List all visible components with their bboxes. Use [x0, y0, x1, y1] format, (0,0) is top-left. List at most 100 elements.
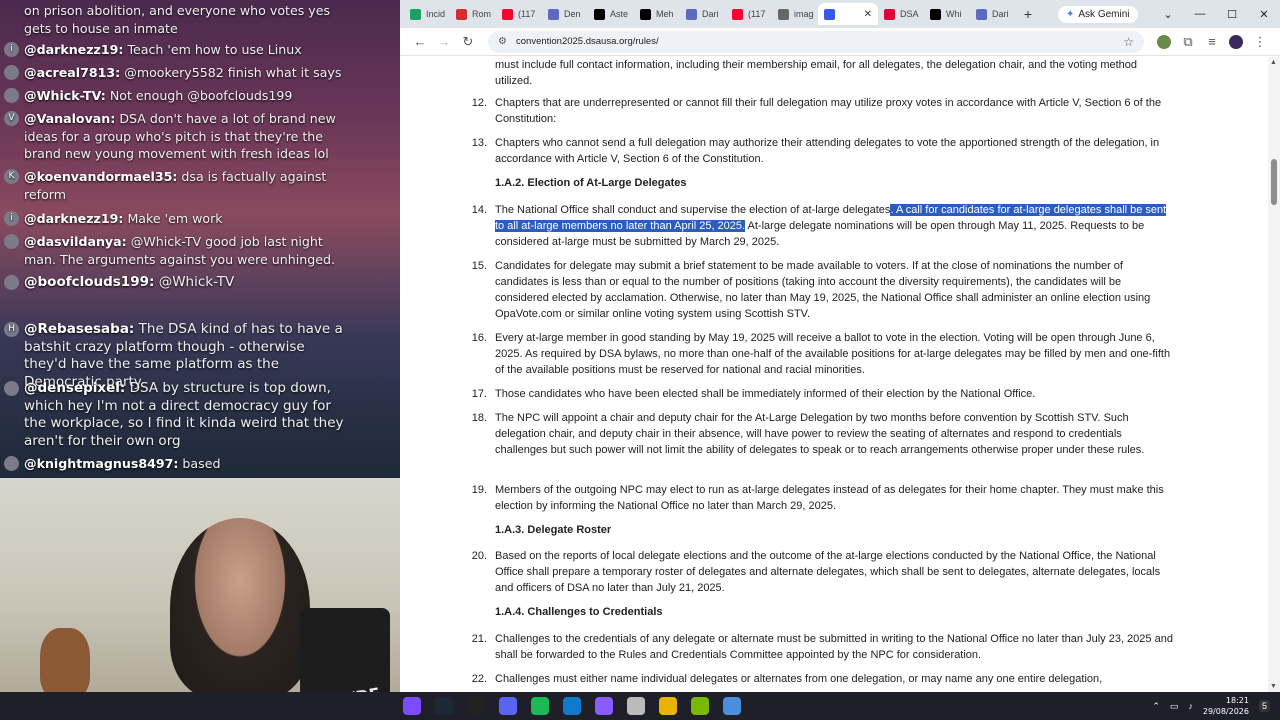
chat-message: V @Vanalovan: DSA don't have a lot of bra… [0, 110, 360, 163]
chat-user-badge: H [4, 322, 19, 337]
rule-number: 14. [471, 204, 487, 216]
browser-tab[interactable]: DSA [878, 3, 924, 25]
chat-username[interactable]: @darknezz19: [24, 211, 123, 226]
rule-text: Chapters who cannot send a full delegati… [495, 137, 1160, 165]
scroll-down-icon[interactable]: ▼ [1270, 683, 1277, 690]
chat-username[interactable]: @boofclouds199: [24, 274, 154, 290]
new-tab-button[interactable]: + [1016, 6, 1040, 22]
tab-favicon-icon [502, 8, 513, 20]
back-arrow-icon[interactable]: ← [408, 34, 432, 49]
webcam-feed: RØDE [0, 478, 400, 692]
browser-tab[interactable]: (117 [496, 3, 542, 25]
chat-message: @knightmagnus8497: based [0, 455, 360, 473]
chat-username[interactable]: @Vanalovan: [24, 111, 115, 126]
rule-text: The National Office shall conduct and su… [495, 204, 891, 216]
taskbar-app-icon[interactable] [723, 697, 741, 715]
streamer-silhouette [170, 518, 310, 692]
tab-favicon-icon [930, 8, 941, 20]
chat-message: K @koenvandormael35: dsa is factually aga… [0, 168, 360, 203]
rule-text: Members of the outgoing NPC may elect to… [495, 484, 1164, 512]
chat-username[interactable]: @densepixel: [24, 380, 125, 396]
tray-chevron-icon[interactable]: ⌃ [1152, 701, 1160, 712]
network-icon[interactable]: ▭ [1170, 701, 1179, 712]
chat-message: @acreal7813: @mookery5582 finish what it… [0, 64, 360, 82]
scrollbar-thumb[interactable] [1271, 159, 1277, 205]
browser-tab[interactable]: Meh [634, 3, 680, 25]
tab-favicon-icon [976, 8, 987, 20]
media-control-icon[interactable]: ≡ [1200, 34, 1224, 49]
stream-chat-panel: on prison abolition, and everyone who vo… [0, 0, 400, 478]
taskbar-app-icon[interactable] [563, 697, 581, 715]
menu-kebab-icon[interactable]: ⋮ [1248, 34, 1272, 50]
close-window-icon[interactable]: ✕ [1248, 8, 1280, 21]
tab-label: Meh [656, 9, 674, 19]
rule-number: 15. [471, 260, 487, 272]
taskbar-app-icon[interactable] [435, 697, 453, 715]
browser-tab[interactable]: Dari [680, 3, 726, 25]
minimize-icon[interactable]: — [1184, 8, 1216, 21]
taskbar-app-icon[interactable] [595, 697, 613, 715]
browser-tab[interactable]: ✕ [818, 3, 878, 25]
tab-label: Den [564, 9, 581, 19]
browser-tab[interactable]: Incid [404, 3, 450, 25]
guitar-shape [40, 628, 90, 692]
reload-icon[interactable]: ↻ [456, 34, 480, 50]
volume-icon[interactable]: ♪ [1188, 701, 1193, 711]
rule-item: 18. The NPC will appoint a chair and depu… [472, 410, 1177, 458]
clock-date: 29/08/2026 [1202, 707, 1249, 716]
notification-count[interactable]: 5 [1258, 700, 1270, 712]
browser-tab[interactable]: (117 [726, 3, 772, 25]
browser-tab[interactable]: Aste [588, 3, 634, 25]
browser-window: Incid Rom (117 Den Aste Meh Dari (117 imag ✕ DSA Wh… [400, 0, 1280, 692]
chat-username[interactable]: @koenvandormael35: [24, 169, 177, 184]
taskbar-app-icon[interactable] [691, 697, 709, 715]
chat-user-badge [4, 381, 19, 396]
rule-number: 21. [471, 633, 487, 645]
rule-text: Those candidates who have been elected s… [495, 388, 1036, 400]
browser-tab[interactable]: Rom [450, 3, 496, 25]
chat-username[interactable]: @Whick-TV: [24, 88, 106, 103]
tab-label: Incid [426, 9, 446, 19]
site-info-icon[interactable]: ⚙ [498, 36, 510, 47]
chat-username[interactable]: @acreal7813: [24, 65, 120, 80]
scroll-up-icon[interactable]: ▲ [1270, 59, 1277, 66]
forward-arrow-icon[interactable]: → [432, 34, 456, 49]
chat-username[interactable]: @darknezz19: [24, 42, 123, 57]
extensions-puzzle-icon[interactable]: ⧉ [1176, 34, 1200, 50]
taskbar-app-icon[interactable] [627, 697, 645, 715]
maximize-icon[interactable]: ☐ [1216, 8, 1248, 21]
rule-item: 22. Challenges must either name individua… [472, 671, 1177, 687]
browser-tab[interactable]: Den [542, 3, 588, 25]
chat-username[interactable]: @dasvildanya: [24, 234, 127, 249]
taskbar-app-icon[interactable] [403, 697, 421, 715]
bookmark-star-icon[interactable]: ☆ [1123, 35, 1134, 49]
chat-user-badge: i [4, 211, 19, 226]
chat-username[interactable]: @Rebasesaba: [24, 321, 134, 337]
profile-avatar[interactable] [1229, 34, 1243, 49]
rule-number: 17. [471, 388, 487, 400]
taskbar-app-icon[interactable] [659, 697, 677, 715]
taskbar-app-icon[interactable] [499, 697, 517, 715]
chat-message-text: Not enough @boofclouds199 [109, 88, 293, 103]
chat-message: i @darknezz19: Teach 'em how to use Linux [0, 41, 360, 59]
chat-user-badge [4, 275, 19, 290]
address-bar[interactable]: ⚙ convention2025.dsausa.org/rules/ ☆ [488, 30, 1144, 53]
taskbar-app-icon[interactable] [531, 697, 549, 715]
tab-search-icon[interactable]: ⌄ [1152, 8, 1184, 21]
extension-icon[interactable] [1157, 34, 1171, 49]
url-text: convention2025.dsausa.org/rules/ [516, 36, 659, 47]
browser-tab[interactable]: Dari [970, 3, 1016, 25]
ask-gemini-button[interactable]: ✦ Ask Gemini [1058, 5, 1138, 23]
rule-number: 16. [471, 332, 487, 344]
page-scrollbar[interactable]: ▲ ▼ [1268, 57, 1280, 692]
tab-close-icon[interactable]: ✕ [864, 9, 872, 20]
chat-user-badge [4, 234, 19, 249]
clock[interactable]: 18:21 29/08/2026 [1203, 695, 1249, 717]
section-heading: 1.A.2. Election of At-Large Delegates [495, 177, 687, 189]
section-heading: 1.A.3. Delegate Roster [495, 524, 612, 536]
browser-tab[interactable]: Whi [924, 3, 970, 25]
taskbar-app-icon[interactable] [467, 697, 485, 715]
browser-tab[interactable]: imag [772, 3, 818, 25]
chat-username[interactable]: @knightmagnus8497: [24, 456, 178, 471]
tab-favicon-icon [884, 8, 895, 20]
